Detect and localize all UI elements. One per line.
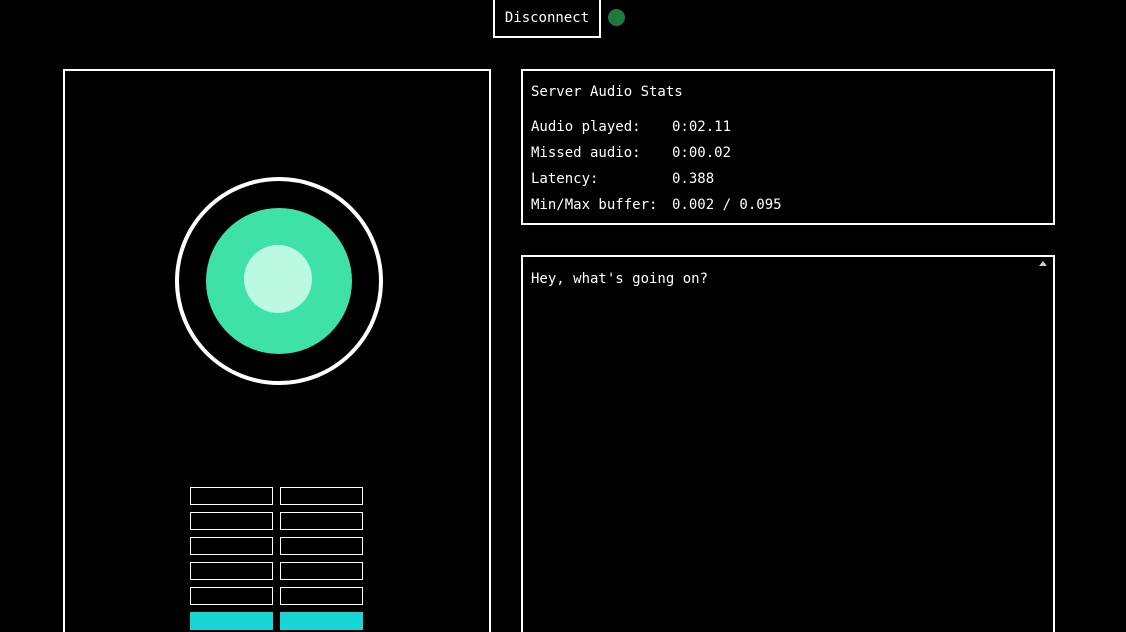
audio-visualizer-panel [63,69,491,632]
stat-label: Latency: [531,171,599,187]
meter-bar [280,612,363,630]
meter-bar [190,512,273,530]
meter-bar [280,512,363,530]
app-root: Disconnect Server Audio Stats Audio play [0,0,1126,632]
scroll-up-arrow-icon[interactable] [1039,261,1047,266]
meter-bar [190,487,273,505]
audio-level-ring [175,177,383,385]
transcript-panel[interactable]: Hey, what's going on? [521,255,1055,632]
left-level-meter [190,487,273,632]
meter-bar [280,537,363,555]
audio-level-core [244,245,312,313]
meter-bar [190,562,273,580]
stat-row-missed-audio: Missed audio: 0:00.02 [531,140,1045,166]
meter-bar [190,537,273,555]
meter-bar [190,587,273,605]
stat-value: 0:00.02 [672,145,732,161]
disconnect-button[interactable]: Disconnect [493,0,601,38]
stat-row-audio-played: Audio played: 0:02.11 [531,114,1045,140]
stat-value: 0.388 [672,171,715,187]
stat-row-min-max-buffer: Min/Max buffer: 0.002 / 0.095 [531,192,1045,218]
transcript-text: Hey, what's going on? [531,271,709,287]
stat-label: Missed audio: [531,145,641,161]
meter-bar [190,612,273,630]
stat-label: Min/Max buffer: [531,197,658,213]
audio-level-circle [206,208,352,354]
stat-value: 0.002 / 0.095 [672,197,782,213]
connection-status-indicator [608,9,625,26]
meter-bar [280,487,363,505]
stat-row-latency: Latency: 0.388 [531,166,1045,192]
server-audio-stats-panel: Server Audio Stats Audio played: 0:02.11 … [521,69,1055,225]
stat-value: 0:02.11 [672,119,732,135]
meter-bar [280,587,363,605]
stats-title: Server Audio Stats [531,84,683,100]
stat-label: Audio played: [531,119,641,135]
right-level-meter [280,487,363,632]
meter-bar [280,562,363,580]
